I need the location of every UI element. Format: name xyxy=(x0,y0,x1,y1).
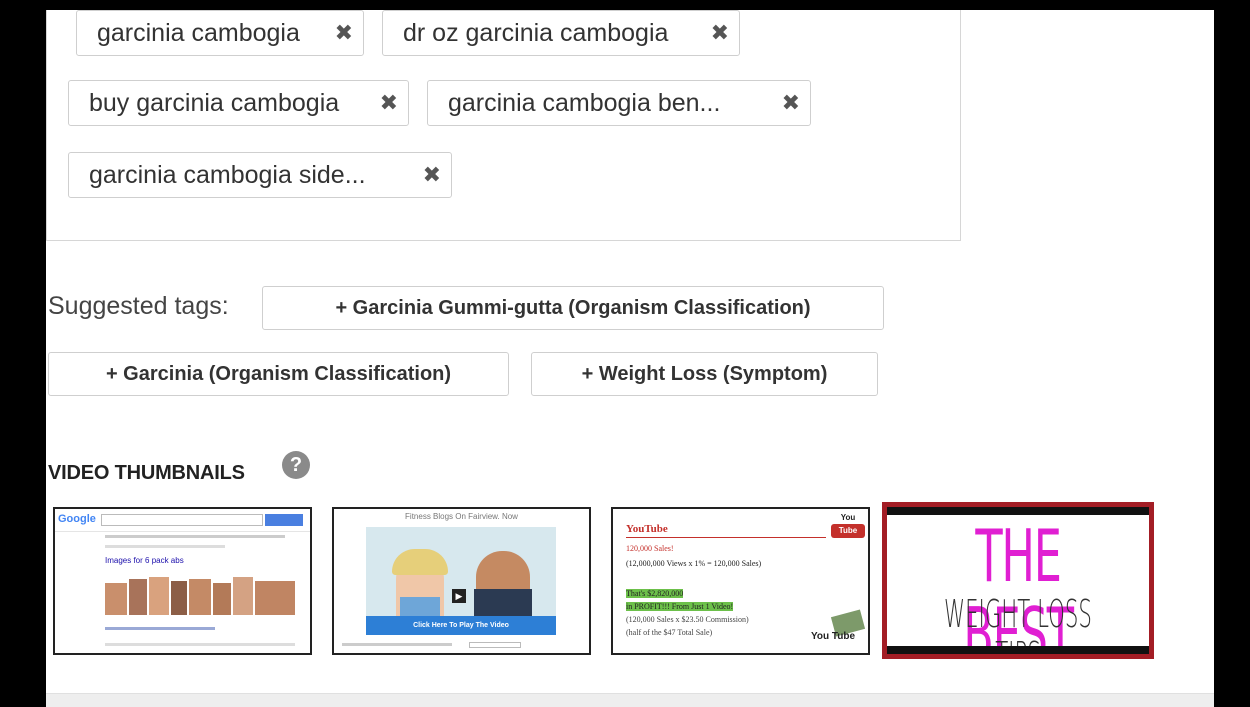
suggested-tag-button[interactable]: + Garcinia (Organism Classification) xyxy=(48,352,509,396)
profit-line-2: in PROFIT!!! From Just 1 Video! xyxy=(626,602,734,611)
tag-chip: garcinia cambogia ✖ xyxy=(76,10,364,56)
remove-tag-icon[interactable]: ✖ xyxy=(782,81,800,125)
tags-input-box[interactable]: garcinia cambogia ✖ dr oz garcinia cambo… xyxy=(46,10,961,241)
thumbnail-option-1[interactable]: Google Images for 6 pack abs xyxy=(53,507,312,655)
thumbnail-option-4-selected[interactable]: THE BEST WEIGHT LOSS TIPS xyxy=(882,502,1154,659)
remove-tag-icon[interactable]: ✖ xyxy=(335,11,353,55)
play-video-button: Click Here To Play The Video xyxy=(366,616,556,635)
tag-chip: garcinia cambogia side... ✖ xyxy=(68,152,452,198)
money-youtube-icon: You Tube xyxy=(811,609,867,651)
video-thumbnails-heading: VIDEO THUMBNAILS xyxy=(48,462,245,484)
youtube-logo-icon: You Tube xyxy=(831,512,865,542)
thumbnail-option-2[interactable]: Fitness Blogs On Fairview. Now ▶ Click H… xyxy=(332,507,591,655)
title-rule xyxy=(626,537,826,538)
image-results-strip xyxy=(105,577,300,615)
tag-label: garcinia cambogia ben... xyxy=(448,89,721,117)
divider xyxy=(55,531,310,532)
tag-label: buy garcinia cambogia xyxy=(89,89,340,117)
search-result-title: Images for 6 pack abs xyxy=(105,556,184,565)
search-icon xyxy=(265,514,303,526)
result-meta xyxy=(105,545,225,548)
caption-line xyxy=(342,643,452,646)
bottom-bar xyxy=(887,646,1149,654)
help-icon[interactable]: ? xyxy=(282,451,310,479)
suggested-tags-label: Suggested tags: xyxy=(48,292,229,320)
tag-chip: dr oz garcinia cambogia ✖ xyxy=(382,10,740,56)
result-snippet xyxy=(105,643,295,646)
caption-field xyxy=(469,642,521,648)
tag-label: garcinia cambogia side... xyxy=(89,161,366,189)
search-field xyxy=(101,514,263,526)
tag-chip: buy garcinia cambogia ✖ xyxy=(68,80,409,126)
profit-line: That's $2,820,000 xyxy=(626,589,684,598)
play-icon: ▶ xyxy=(452,589,466,603)
youtube-brand-text: YouTube xyxy=(626,523,668,535)
video-page-header: Fitness Blogs On Fairview. Now xyxy=(405,512,518,521)
tag-label: dr oz garcinia cambogia xyxy=(403,19,669,47)
result-link xyxy=(105,627,215,630)
sales-line: 120,000 Sales! xyxy=(626,544,674,553)
remove-tag-icon[interactable]: ✖ xyxy=(711,11,729,55)
suggested-tag-button[interactable]: + Weight Loss (Symptom) xyxy=(531,352,878,396)
thumbnail-option-3[interactable]: YouTube You Tube 120,000 Sales! (12,000,… xyxy=(611,507,870,655)
tag-label: garcinia cambogia xyxy=(97,19,300,47)
commission-line: (120,000 Sales x $23.50 Commission) xyxy=(626,615,749,624)
total-sale-line: (half of the $47 Total Sale) xyxy=(626,628,713,637)
tag-chip: garcinia cambogia ben... ✖ xyxy=(427,80,811,126)
suggested-tag-button[interactable]: + Garcinia Gummi-gutta (Organism Classif… xyxy=(262,286,884,330)
footer-bar xyxy=(46,693,1214,707)
result-tabs xyxy=(105,535,285,538)
views-line: (12,000,000 Views x 1% = 120,000 Sales) xyxy=(626,559,762,568)
remove-tag-icon[interactable]: ✖ xyxy=(423,153,441,197)
remove-tag-icon[interactable]: ✖ xyxy=(380,81,398,125)
google-logo: Google xyxy=(58,513,96,525)
video-settings-panel: garcinia cambogia ✖ dr oz garcinia cambo… xyxy=(46,10,1214,707)
